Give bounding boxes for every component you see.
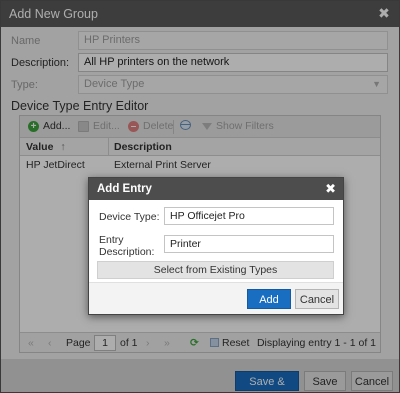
modal-title-bar: Add Entry — [89, 178, 343, 200]
entry-description-field[interactable]: Printer — [164, 235, 334, 253]
modal-footer: Add Cancel — [89, 282, 343, 314]
select-existing-types-button[interactable]: Select from Existing Types — [97, 261, 334, 279]
close-icon[interactable]: ✖ — [325, 181, 336, 197]
modal-title: Add Entry — [97, 183, 152, 195]
add-entry-button[interactable]: Add — [247, 289, 291, 309]
add-entry-modal: Add Entry ✖ Device Type: HP Officejet Pr… — [88, 177, 344, 315]
entry-description-label-line2: Description: — [99, 246, 155, 258]
modal-cancel-button[interactable]: Cancel — [295, 289, 339, 309]
device-type-label: Device Type: — [99, 211, 160, 223]
device-type-field[interactable]: HP Officejet Pro — [164, 207, 334, 225]
entry-description-label-line1: Entry — [99, 234, 124, 246]
